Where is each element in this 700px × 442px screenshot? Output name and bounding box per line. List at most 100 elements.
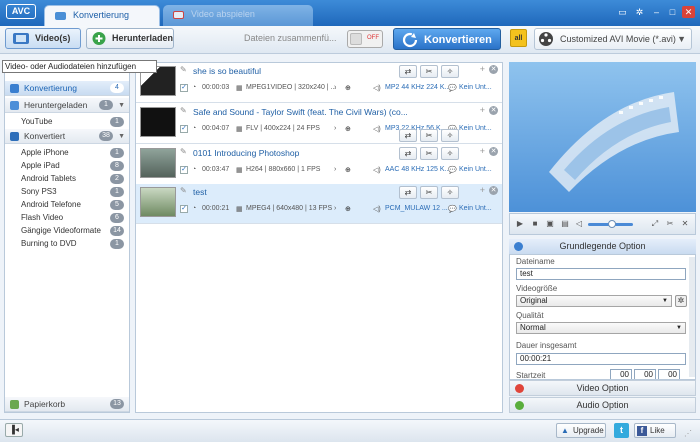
- count-badge: 5: [110, 200, 124, 210]
- screenshot-icon[interactable]: ▣: [545, 219, 555, 229]
- video-size-settings-gear-icon[interactable]: ✲: [675, 295, 687, 307]
- sidebar-item-label: YouTube: [21, 117, 53, 126]
- file-row[interactable]: ✎ she is so beautiful ✓ ◔ 00:00:03 ▦ MPE…: [136, 63, 502, 103]
- file-checkbox[interactable]: ✓: [180, 166, 188, 174]
- volume-knob[interactable]: [608, 220, 616, 228]
- menu-icon[interactable]: ▭: [616, 6, 629, 18]
- file-checkbox[interactable]: ✓: [180, 125, 188, 133]
- cut-scissors-icon[interactable]: ✂: [420, 186, 438, 199]
- file-checkbox[interactable]: ✓: [180, 84, 188, 92]
- toggle-sidebar-icon[interactable]: ▐◂: [5, 423, 23, 437]
- sidebar-item-youtube[interactable]: YouTube 1: [5, 115, 129, 128]
- effects-wand-icon[interactable]: ✧: [441, 147, 459, 160]
- sidebar-section-heruntergeladen[interactable]: Heruntergeladen 1 ▼: [5, 98, 129, 113]
- sidebar-item-apple-ipad[interactable]: Apple iPad 8: [5, 159, 129, 172]
- resize-grip-icon[interactable]: ⋰: [684, 429, 694, 439]
- count-badge: 1: [110, 148, 124, 158]
- tools-icon[interactable]: ✕: [680, 219, 690, 229]
- remove-icon[interactable]: ✕: [489, 65, 498, 74]
- crop-icon[interactable]: ✂: [665, 219, 675, 229]
- audio-option-header[interactable]: Audio Option: [509, 397, 696, 413]
- cut-scissors-icon[interactable]: ✂: [420, 65, 438, 78]
- count-badge: 1: [110, 187, 124, 197]
- panel-scrollbar[interactable]: [689, 257, 695, 377]
- tab-konvertierung[interactable]: Konvertierung: [44, 5, 160, 26]
- convert-item-button[interactable]: ⇄: [399, 186, 417, 199]
- sidebar-item-apple-iphone[interactable]: Apple iPhone 1: [5, 146, 129, 159]
- remove-icon[interactable]: ✕: [489, 106, 498, 115]
- start-seconds-field[interactable]: 00: [658, 369, 680, 379]
- audio-option-icon: [515, 401, 524, 410]
- chevron-right-icon: ›: [334, 84, 337, 91]
- filename-field[interactable]: test: [516, 268, 686, 280]
- convert-item-button[interactable]: ⇄: [399, 147, 417, 160]
- minimize-button[interactable]: –: [650, 6, 663, 18]
- close-button[interactable]: ✕: [682, 6, 695, 18]
- file-row-selected[interactable]: ✎ test ✓ ◔ 00:00:21 ▦ MPEG4 | 640x480 | …: [136, 184, 502, 224]
- upgrade-button[interactable]: ▲ Upgrade: [556, 423, 606, 438]
- twitter-button[interactable]: t: [614, 423, 629, 438]
- converted-list: Apple iPhone 1 Apple iPad 8 Android Tablet…: [5, 146, 129, 250]
- edit-pencil-icon[interactable]: ✎: [180, 65, 189, 74]
- effects-wand-icon[interactable]: ✧: [441, 129, 459, 142]
- fullscreen-icon[interactable]: ⤢: [650, 219, 660, 229]
- edit-pencil-icon[interactable]: ✎: [180, 186, 189, 195]
- start-time-label: Startzeit: [516, 371, 546, 380]
- sidebar-item-burning-dvd[interactable]: Burning to DVD 1: [5, 237, 129, 250]
- effects-wand-icon[interactable]: ✧: [441, 186, 459, 199]
- output-profile-dropdown[interactable]: Customized AVI Movie (*.avi) ▼: [534, 28, 692, 50]
- effects-wand-icon[interactable]: ✧: [441, 65, 459, 78]
- sidebar-section-konvertierung[interactable]: Konvertierung 4: [5, 81, 129, 96]
- edit-pencil-icon[interactable]: ✎: [180, 106, 189, 115]
- basic-options-header[interactable]: Grundlegende Option: [509, 239, 696, 254]
- cut-scissors-icon[interactable]: ✂: [420, 129, 438, 142]
- convert-item-button[interactable]: ⇄: [399, 65, 417, 78]
- video-option-header[interactable]: Video Option: [509, 380, 696, 396]
- merge-toggle[interactable]: OFF: [347, 30, 383, 48]
- add-icon[interactable]: +: [480, 185, 485, 195]
- folder-icon[interactable]: ▤: [560, 219, 570, 229]
- convert-button[interactable]: Konvertieren: [393, 28, 501, 50]
- add-icon[interactable]: +: [480, 105, 485, 115]
- cut-scissors-icon[interactable]: ✂: [420, 147, 438, 160]
- sidebar-section-konvertiert[interactable]: Konvertiert 38 ▼: [5, 129, 129, 144]
- sidebar-trash[interactable]: Papierkorb 13: [5, 397, 129, 412]
- play-icon[interactable]: ▶: [515, 219, 525, 229]
- add-icon[interactable]: +: [480, 64, 485, 74]
- file-checkbox[interactable]: ✓: [180, 205, 188, 213]
- download-button[interactable]: Herunterladen: [86, 28, 174, 49]
- settings-gear-icon[interactable]: ✲: [633, 6, 646, 18]
- sidebar-item-android-tablets[interactable]: Android Tablets 2: [5, 172, 129, 185]
- add-video-button[interactable]: Video(s): [5, 28, 81, 49]
- file-row[interactable]: ✎ Safe and Sound - Taylor Swift (feat. T…: [136, 104, 502, 144]
- video-format-icon: ▦: [236, 167, 243, 174]
- sidebar-item-android-telefone[interactable]: Android Telefone 5: [5, 198, 129, 211]
- convert-item-button[interactable]: ⇄: [399, 129, 417, 142]
- volume-icon[interactable]: ◁: [574, 219, 584, 229]
- remove-icon[interactable]: ✕: [489, 147, 498, 156]
- sidebar-item-sony-ps3[interactable]: Sony PS3 1: [5, 185, 129, 198]
- upgrade-arrow-icon: ▲: [561, 426, 569, 435]
- tab-video-abspielen[interactable]: Video abspielen: [163, 5, 313, 26]
- sidebar-item-label: Android Tablets: [21, 174, 76, 183]
- file-row[interactable]: ✎ 0101 Introducing Photoshop ✓ ◔ 00:03:4…: [136, 145, 502, 185]
- quality-dropdown[interactable]: Normal ▼: [516, 322, 686, 334]
- audio-icon: ◁): [373, 85, 381, 92]
- audio-icon: ◁): [373, 126, 381, 133]
- chevron-down-icon: ▼: [118, 133, 125, 140]
- apply-all-button[interactable]: all: [510, 29, 527, 47]
- edit-pencil-icon[interactable]: ✎: [180, 147, 189, 156]
- sidebar-item-common-formats[interactable]: Gängige Videoformate 14: [5, 224, 129, 237]
- sidebar-item-flash-video[interactable]: Flash Video 6: [5, 211, 129, 224]
- tab-label: Video abspielen: [191, 9, 255, 19]
- remove-icon[interactable]: ✕: [489, 186, 498, 195]
- add-icon[interactable]: +: [480, 146, 485, 156]
- stop-icon[interactable]: ■: [530, 219, 540, 229]
- start-minutes-field[interactable]: 00: [634, 369, 656, 379]
- video-size-dropdown[interactable]: Original ▼: [516, 295, 672, 307]
- file-video-info: MPEG1VIDEO | 320x240 | ...: [246, 84, 337, 91]
- start-hours-field[interactable]: 00: [610, 369, 632, 379]
- maximize-button[interactable]: □: [666, 6, 679, 18]
- facebook-like-button[interactable]: f Like: [634, 423, 676, 438]
- tab-label: Konvertierung: [73, 10, 130, 20]
